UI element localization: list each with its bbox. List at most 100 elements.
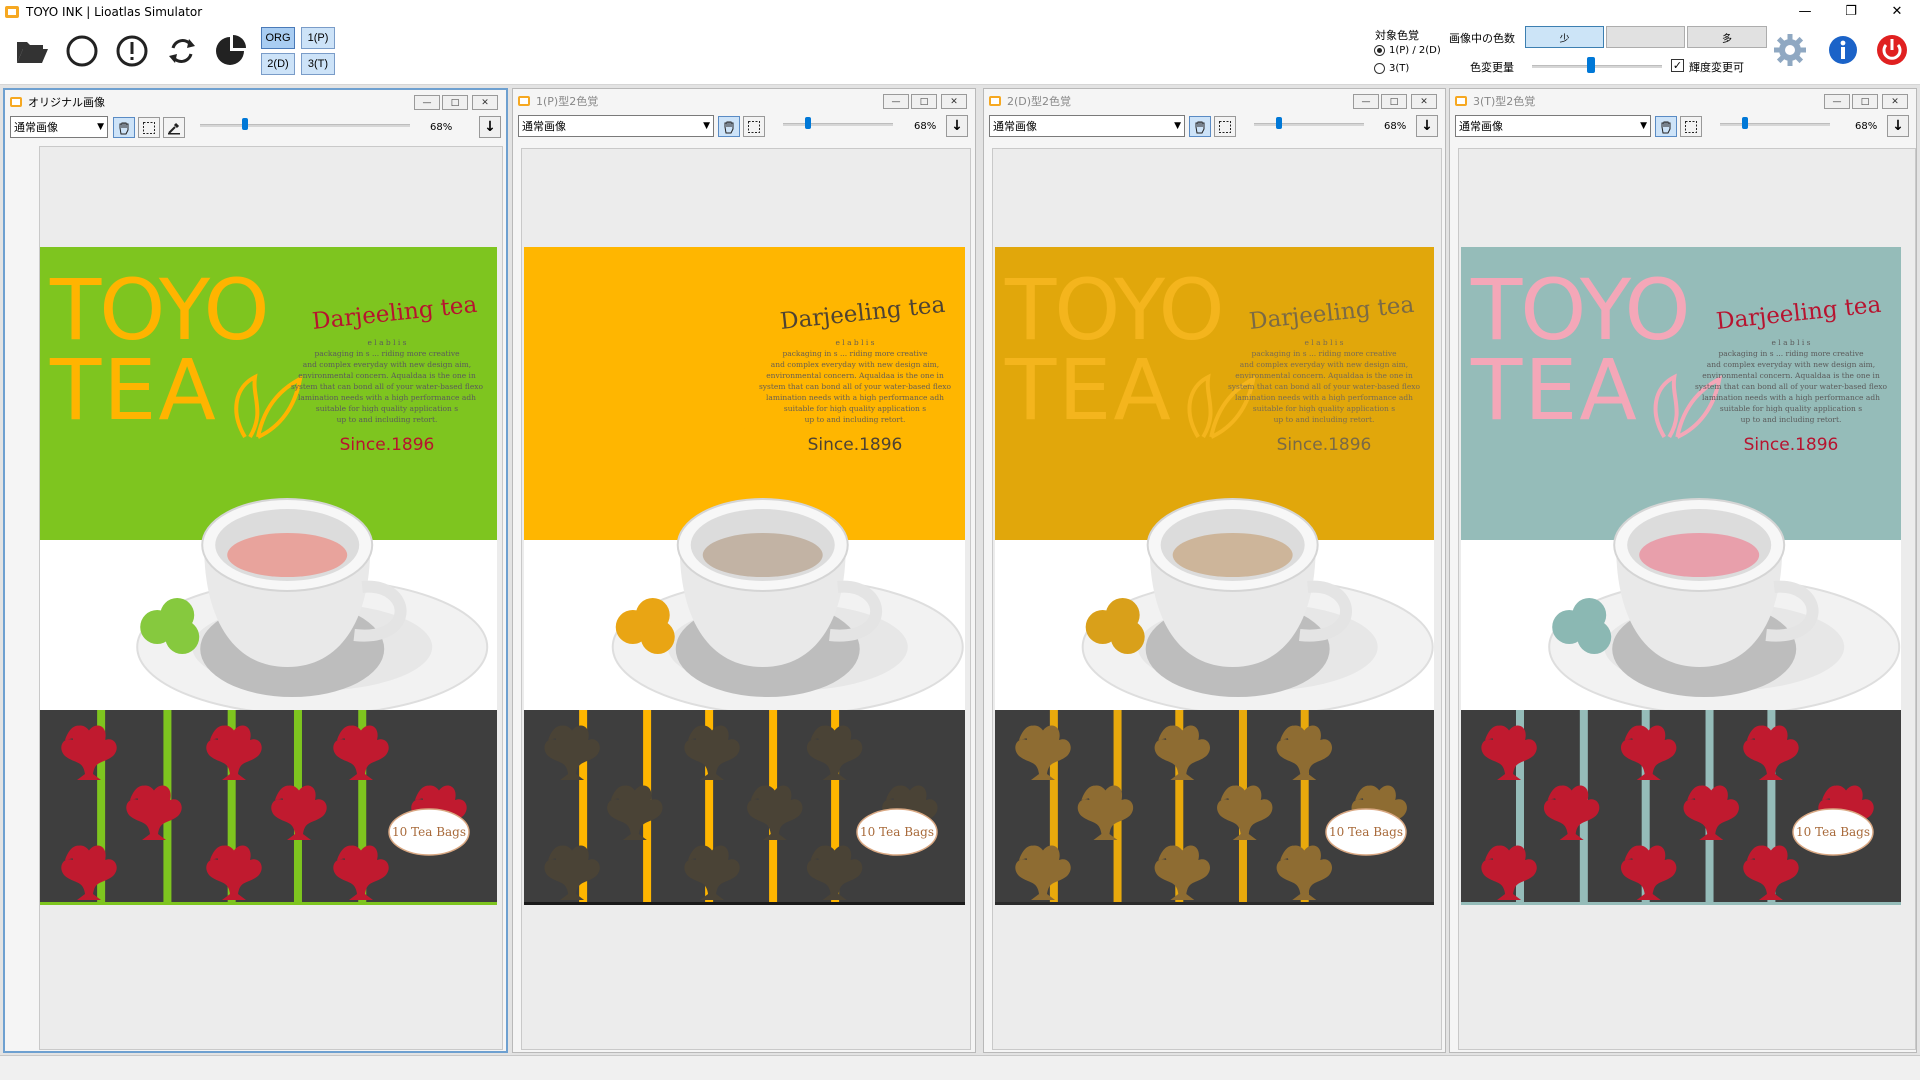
description-line: lamination needs with a high performance… xyxy=(766,393,944,402)
panel-close-button[interactable]: ✕ xyxy=(472,95,498,110)
target-option-1p2d[interactable]: 1(P) / 2(D) xyxy=(1374,45,1441,56)
mode-org-button[interactable]: ORG xyxy=(261,27,295,49)
select-rect-button[interactable] xyxy=(743,116,765,137)
zoom-slider[interactable] xyxy=(1720,123,1830,126)
color-change-slider-thumb[interactable] xyxy=(1586,57,1595,73)
download-button[interactable]: ↓ xyxy=(1887,115,1909,137)
panel-close-button[interactable]: ✕ xyxy=(941,94,967,109)
hand-icon xyxy=(1195,121,1205,133)
mint-leaf xyxy=(640,620,675,654)
panel-minimize-button[interactable]: — xyxy=(883,94,909,109)
package-artwork: TOYOTEADarjeeling teae l a b l i spackag… xyxy=(524,247,965,905)
panel-minimize-button[interactable]: — xyxy=(414,95,440,110)
target-option-3t[interactable]: 3(T) xyxy=(1374,63,1409,74)
brand-line-2: TEA xyxy=(1004,341,1173,439)
pie-icon[interactable] xyxy=(214,33,250,69)
package-artwork: TOYOTEADarjeeling teae l a b l i spackag… xyxy=(995,247,1434,905)
description-line: and complex everyday with new design aim… xyxy=(303,360,471,369)
description-line: up to and including retort. xyxy=(337,415,438,424)
panel-app-icon xyxy=(518,96,530,106)
select-rect-button[interactable] xyxy=(1680,116,1702,137)
panel-restore-button[interactable]: □ xyxy=(911,94,937,109)
panel-toolbar: 通常画像 ▼ 68% ↓ xyxy=(1450,113,1916,139)
image-canvas[interactable]: TOYO TEA Darjeeling tea e l a b l i s packag… xyxy=(1458,148,1916,1050)
since-text: Since.1896 xyxy=(340,435,435,455)
view-mode-select[interactable]: 通常画像 ▼ xyxy=(1455,115,1651,137)
view-mode-select[interactable]: 通常画像 ▼ xyxy=(518,115,714,137)
image-canvas[interactable]: TOYO TEA Darjeeling tea e l a b l i s packag… xyxy=(992,148,1442,1050)
panel-restore-button[interactable]: □ xyxy=(1381,94,1407,109)
hand-tool-button[interactable] xyxy=(113,117,135,138)
zoom-slider[interactable] xyxy=(783,123,893,126)
color-change-slider[interactable] xyxy=(1532,65,1662,68)
tea-bag-count: 10 Tea Bags xyxy=(1329,825,1403,839)
panel-toolbar: 通常画像 ▼ 68% ↓ xyxy=(5,114,506,140)
panel-minimize-button[interactable]: — xyxy=(1353,94,1379,109)
color-count-many-button[interactable]: 多 xyxy=(1687,26,1767,48)
color-count-mid-button[interactable] xyxy=(1606,26,1685,48)
bottom-line xyxy=(995,902,1434,905)
description-line: up to and including retort. xyxy=(805,415,906,424)
refresh-icon[interactable] xyxy=(164,33,200,69)
close-button[interactable]: ✕ xyxy=(1874,0,1920,23)
select-rect-button[interactable] xyxy=(1214,116,1236,137)
zoom-slider-thumb[interactable] xyxy=(242,118,248,130)
info-icon[interactable] xyxy=(1825,32,1861,68)
panel-title-bar: オリジナル画像 — □ ✕ xyxy=(5,90,506,114)
image-canvas[interactable]: TOYO TEA Darjeeling tea e l a b l i s packag… xyxy=(521,148,971,1050)
download-button[interactable]: ↓ xyxy=(479,116,501,138)
zoom-slider-thumb[interactable] xyxy=(1742,117,1748,129)
description-line: lamination needs with a high performance… xyxy=(298,393,476,402)
view-mode-select[interactable]: 通常画像 ▼ xyxy=(989,115,1185,137)
image-canvas[interactable]: TOYO TEA Darjeeling tea e l a b l i s packag… xyxy=(39,146,503,1050)
hand-tool-button[interactable] xyxy=(718,116,740,137)
panel-close-button[interactable]: ✕ xyxy=(1882,94,1908,109)
gear-icon[interactable] xyxy=(1772,32,1808,68)
description-line: system that can bond all of your water-b… xyxy=(1695,382,1888,391)
hand-tool-button[interactable] xyxy=(1189,116,1211,137)
download-button[interactable]: ↓ xyxy=(946,115,968,137)
circle-icon[interactable] xyxy=(64,33,100,69)
toolbar: ORG 1(P) 2(D) 3(T) 対象色覚 1(P) / 2(D) 3(T)… xyxy=(0,23,1920,85)
zoom-slider[interactable] xyxy=(1254,123,1364,126)
minimize-button[interactable]: — xyxy=(1782,0,1828,23)
panel-restore-button[interactable]: □ xyxy=(442,95,468,110)
app-icon xyxy=(5,5,19,18)
chevron-down-icon: ▼ xyxy=(97,122,104,132)
panel-close-button[interactable]: ✕ xyxy=(1411,94,1437,109)
description-line: system that can bond all of your water-b… xyxy=(759,382,952,391)
hand-icon xyxy=(724,121,734,133)
power-icon[interactable] xyxy=(1874,32,1910,68)
zoom-slider-thumb[interactable] xyxy=(805,117,811,129)
view-mode-select[interactable]: 通常画像 ▼ xyxy=(10,116,108,138)
download-button[interactable]: ↓ xyxy=(1416,115,1438,137)
zoom-slider-thumb[interactable] xyxy=(1276,117,1282,129)
mode-3t-button[interactable]: 3(T) xyxy=(301,53,335,75)
color-count-few-button[interactable]: 少 xyxy=(1525,26,1604,48)
since-text: Since.1896 xyxy=(1744,435,1839,455)
brightness-checkbox[interactable]: ✓ xyxy=(1671,59,1684,72)
zoom-level: 68% xyxy=(1855,121,1878,132)
exclamation-icon[interactable] xyxy=(114,33,150,69)
window-controls: — ❐ ✕ xyxy=(1782,0,1920,23)
zoom-slider[interactable] xyxy=(200,124,410,127)
radio-3t[interactable] xyxy=(1374,63,1385,74)
description-line: environmental concern. Aqualdaa is the o… xyxy=(1235,371,1413,380)
mode-2d-button[interactable]: 2(D) xyxy=(261,53,295,75)
zoom-level: 68% xyxy=(1384,121,1407,132)
hand-tool-button[interactable] xyxy=(1655,116,1677,137)
folder-open-icon[interactable] xyxy=(14,33,50,69)
restore-button[interactable]: ❐ xyxy=(1828,0,1874,23)
mode-1p-button[interactable]: 1(P) xyxy=(301,27,335,49)
panel-minimize-button[interactable]: — xyxy=(1824,94,1850,109)
panel-toolbar: 通常画像 ▼ 68% ↓ xyxy=(984,113,1445,139)
bottom-line xyxy=(40,902,497,905)
select-rect-button[interactable] xyxy=(138,117,160,138)
tea-bag-count: 10 Tea Bags xyxy=(392,825,466,839)
eyedropper-button[interactable] xyxy=(163,117,185,138)
panel-restore-button[interactable]: □ xyxy=(1852,94,1878,109)
description-line: and complex everyday with new design aim… xyxy=(1240,360,1408,369)
radio-1p2d[interactable] xyxy=(1374,45,1385,56)
tea-liquid xyxy=(1172,533,1293,577)
dotted-rect-icon xyxy=(1685,120,1697,133)
